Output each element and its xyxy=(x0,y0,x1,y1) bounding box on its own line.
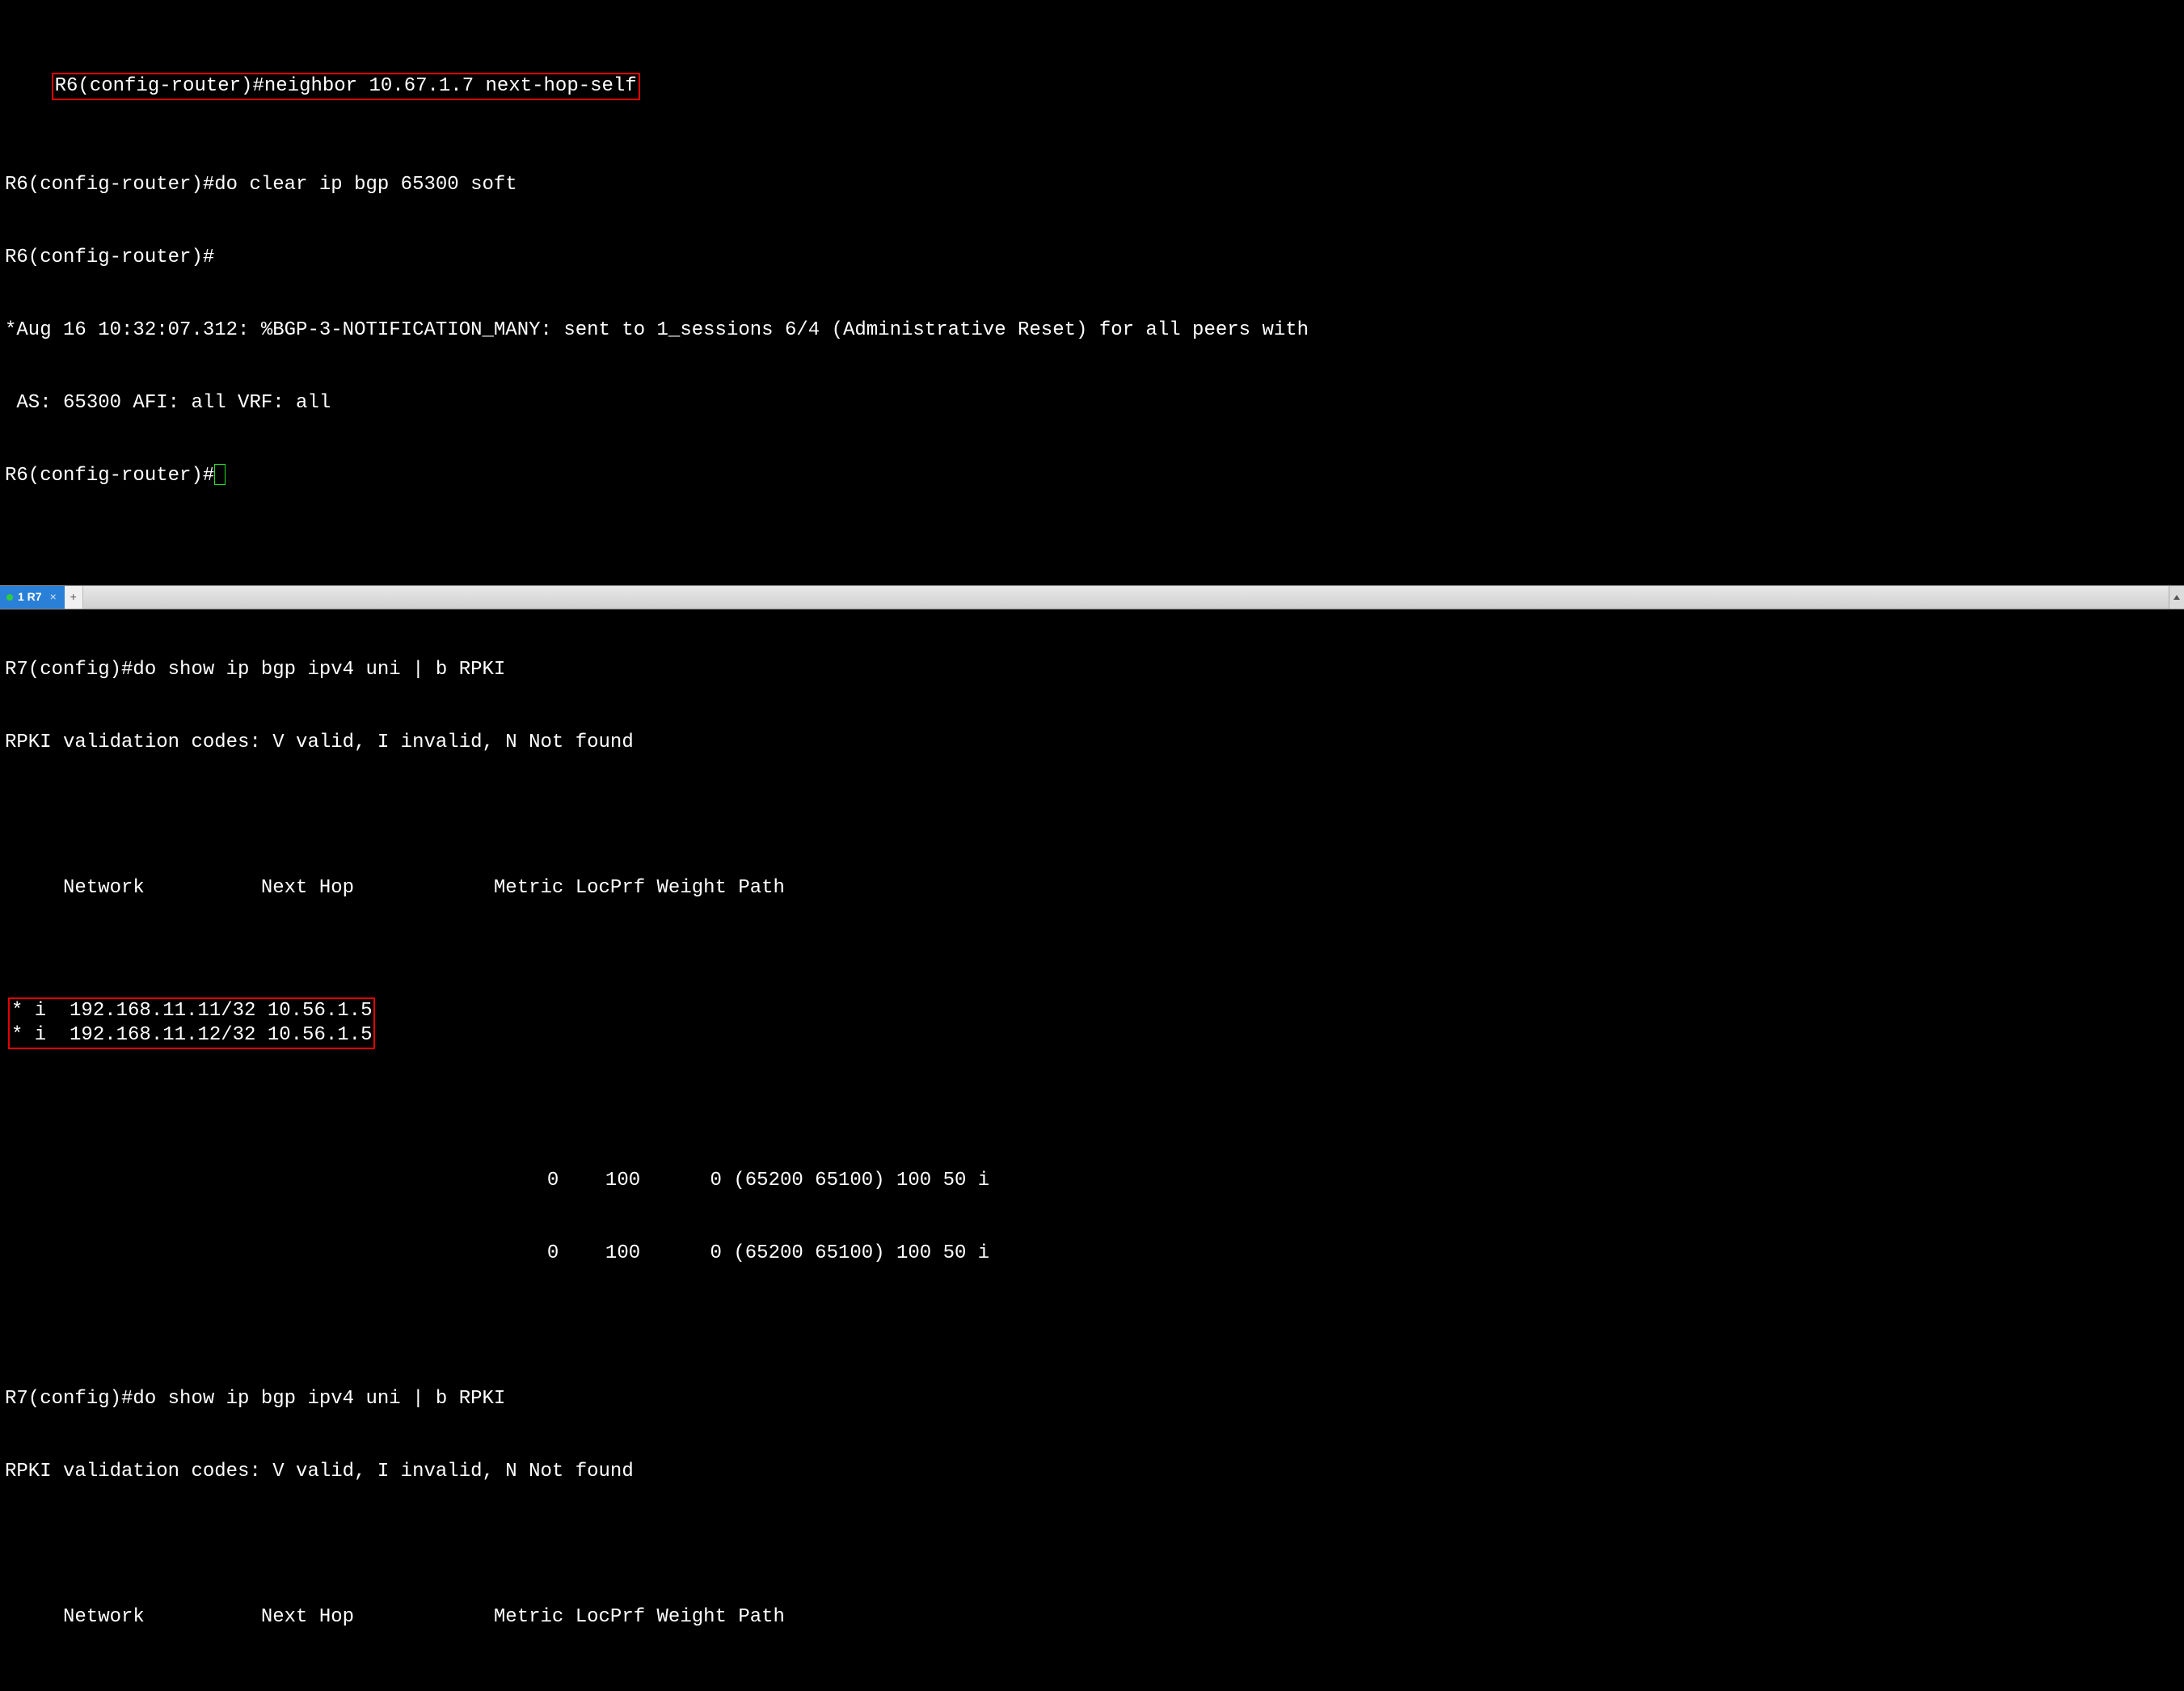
terminal-r6[interactable]: R6(config-router)#neighbor 10.67.1.7 nex… xyxy=(0,0,2184,585)
cursor-icon xyxy=(214,464,226,485)
log-line-2: AS: 65300 AFI: all VRF: all xyxy=(0,391,2184,415)
terminal-r7[interactable]: R7(config)#do show ip bgp ipv4 uni | b R… xyxy=(0,609,2184,1691)
highlight-cmd-nexthopself: R6(config-router)#neighbor 10.67.1.7 nex… xyxy=(52,73,640,100)
rpki-codes-1: RPKI validation codes: V valid, I invali… xyxy=(0,731,2184,755)
table-row-metrics: 0 100 0 (65200 65100) 100 50 i xyxy=(360,1242,989,1264)
scroll-up-button[interactable] xyxy=(2169,586,2184,609)
cmd-show-bgp-2: R7(config)#do show ip bgp ipv4 uni | b R… xyxy=(0,1387,2184,1411)
tab-r7[interactable]: 1 R7 × xyxy=(0,586,65,609)
table-row: * i 192.168.11.11/32 10.56.1.5 xyxy=(11,1000,372,1022)
close-icon[interactable]: × xyxy=(50,590,57,605)
table-row-metrics: 0 100 0 (65200 65100) 100 50 i xyxy=(360,1170,989,1191)
table-row: * i 192.168.11.12/32 10.56.1.5 xyxy=(11,1024,372,1046)
tab-label: 1 R7 xyxy=(18,590,42,605)
plus-icon: + xyxy=(70,590,77,605)
rpki-codes-2: RPKI validation codes: V valid, I invali… xyxy=(0,1460,2184,1484)
tab-bar: 1 R7 × + xyxy=(0,585,2184,609)
new-tab-button[interactable]: + xyxy=(65,586,83,609)
highlight-bgp-before: * i 192.168.11.11/32 10.56.1.5* i 192.16… xyxy=(8,997,375,1049)
cmd-show-bgp-1: R7(config)#do show ip bgp ipv4 uni | b R… xyxy=(0,658,2184,682)
cmd-neighbor-nexthopself: neighbor 10.67.1.7 next-hop-self xyxy=(264,75,637,97)
prompt-line-empty: R6(config-router)# xyxy=(0,246,2184,270)
bgp-block1-right-wrapper: * i 192.168.11.11/32 10.56.1.5 0 100 0 (… xyxy=(0,1120,2184,1314)
tab-bar-empty xyxy=(83,586,2169,609)
bgp-table-header-2: Network Next Hop Metric LocPrf Weight Pa… xyxy=(0,1605,2184,1630)
bgp-table-header-1: Network Next Hop Metric LocPrf Weight Pa… xyxy=(0,876,2184,900)
cmd-clear-bgp: R6(config-router)#do clear ip bgp 65300 … xyxy=(0,173,2184,197)
log-line-1: *Aug 16 10:32:07.312: %BGP-3-NOTIFICATIO… xyxy=(0,318,2184,343)
prompt-r6-final: R6(config-router)# xyxy=(5,465,214,487)
prompt-r6: R6(config-router)# xyxy=(55,75,264,97)
status-dot-icon xyxy=(6,594,13,601)
